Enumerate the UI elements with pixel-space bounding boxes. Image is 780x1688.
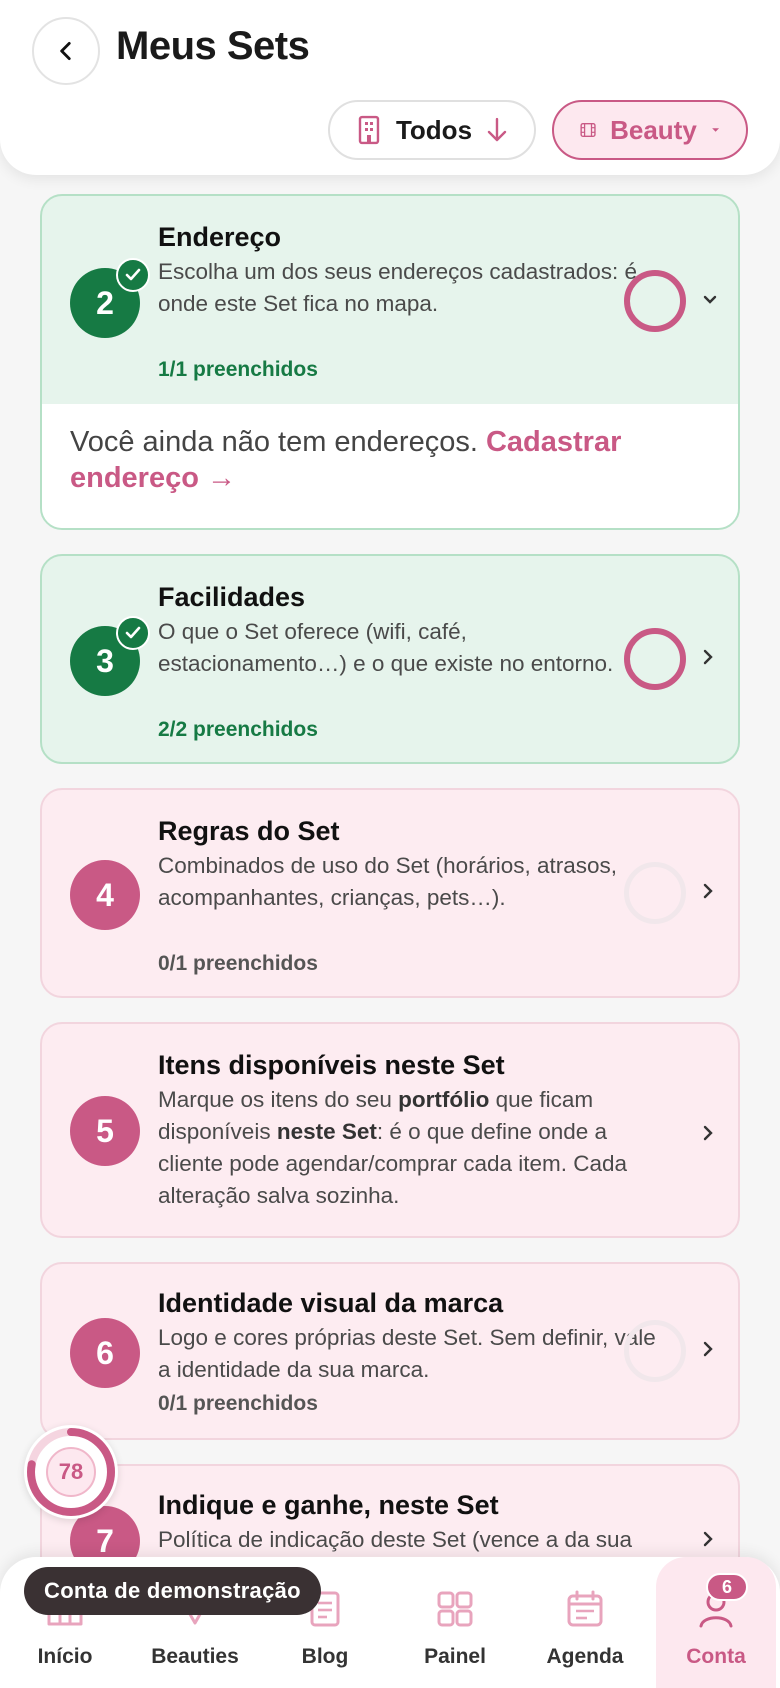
nav-label: Conta: [686, 1645, 746, 1668]
progress-ring: [624, 862, 686, 924]
filter-beauty-label: Beauty: [610, 114, 697, 145]
chevron-right-icon[interactable]: [702, 1524, 714, 1555]
step-progress: 0/1 preenchidos: [158, 1392, 318, 1415]
nav-item-conta[interactable]: Conta 6: [656, 1557, 776, 1688]
building-icon: [358, 115, 380, 145]
chevron-right-icon[interactable]: [702, 1334, 714, 1365]
progress-ring: [624, 1320, 686, 1382]
step-card-identidade[interactable]: 6 Identidade visual da marca Logo e core…: [40, 1262, 740, 1440]
step-title: Itens disponíveis neste Set: [158, 1050, 505, 1080]
step-number-badge: 5: [70, 1096, 140, 1166]
nav-item-agenda[interactable]: Agenda: [520, 1557, 650, 1688]
nav-label: Início: [37, 1645, 93, 1668]
step-card-endereco[interactable]: 2 Endereço Escolha um dos seus endereços…: [40, 194, 740, 530]
chevron-right-icon[interactable]: [702, 876, 714, 907]
filter-beauty-button[interactable]: Beauty: [552, 100, 748, 160]
step-number-badge: 3: [70, 616, 150, 696]
dashboard-icon: [437, 1591, 473, 1627]
step-description: Marque os itens do seu portfólio que fic…: [158, 1087, 628, 1208]
nav-label: Blog: [301, 1645, 349, 1668]
nav-label: Painel: [424, 1645, 486, 1668]
chevron-left-icon: [60, 42, 71, 60]
progress-ring: [624, 270, 686, 332]
demo-account-pill: Conta de demonstração: [24, 1567, 321, 1615]
step-title: Indique e ganhe, neste Set: [158, 1490, 499, 1520]
step-progress: 1/1 preenchidos: [158, 358, 318, 381]
nav-item-painel[interactable]: Painel: [390, 1557, 520, 1688]
filter-todos-label: Todos: [395, 114, 473, 145]
page-title: Meus Sets: [116, 24, 310, 68]
calendar-icon: [567, 1590, 603, 1627]
step-description: O que o Set oferece (wifi, café, estacio…: [158, 619, 614, 676]
step-description: Combinados de uso do Set (horários, atra…: [158, 853, 617, 910]
back-button[interactable]: [32, 17, 100, 85]
filter-todos-button[interactable]: Todos: [328, 100, 536, 160]
step-number-badge: 2: [70, 258, 150, 338]
notification-badge: 6: [706, 1573, 748, 1601]
step-title: Identidade visual da marca: [158, 1288, 504, 1318]
chevron-down-icon[interactable]: [702, 282, 718, 313]
progress-ring: [624, 628, 686, 690]
check-icon: [116, 258, 150, 292]
nav-label: Beauties: [151, 1645, 239, 1668]
step-number-badge: 6: [70, 1318, 140, 1388]
step-description: Política de indicação deste Set (vence a…: [158, 1527, 633, 1552]
profile-score-badge[interactable]: 78: [24, 1425, 118, 1519]
top-header: Meus Sets Todos Beauty: [0, 0, 780, 175]
step-card-facilidades[interactable]: 3 Facilidades O que o Set oferece (wifi,…: [40, 554, 740, 764]
step-progress: 0/1 preenchidos: [158, 952, 318, 975]
empty-address-text: Você ainda não tem endereços.: [70, 426, 478, 458]
step-expanded-body: Você ainda não tem endereços. Cadastrar …: [42, 404, 738, 528]
score-value: 78: [58, 1459, 84, 1484]
check-icon: [116, 616, 150, 650]
step-title: Endereço: [158, 222, 282, 252]
chevron-right-icon[interactable]: [702, 642, 714, 673]
step-title: Regras do Set: [158, 816, 340, 846]
step-card-itens[interactable]: 5 Itens disponíveis neste Set Marque os …: [40, 1022, 740, 1238]
caret-down-icon: [711, 128, 719, 132]
film-icon: [580, 122, 596, 138]
arrow-down-icon: [487, 117, 507, 142]
step-number-badge: 4: [70, 860, 140, 930]
step-progress: 2/2 preenchidos: [158, 718, 318, 741]
step-description: Escolha um dos seus endereços cadastrado…: [158, 259, 638, 316]
step-description: Logo e cores próprias deste Set. Sem def…: [158, 1325, 656, 1382]
nav-label: Agenda: [546, 1645, 624, 1668]
chevron-right-icon[interactable]: [702, 1118, 714, 1149]
step-card-regras[interactable]: 4 Regras do Set Combinados de uso do Set…: [40, 788, 740, 998]
step-title: Facilidades: [158, 582, 306, 612]
